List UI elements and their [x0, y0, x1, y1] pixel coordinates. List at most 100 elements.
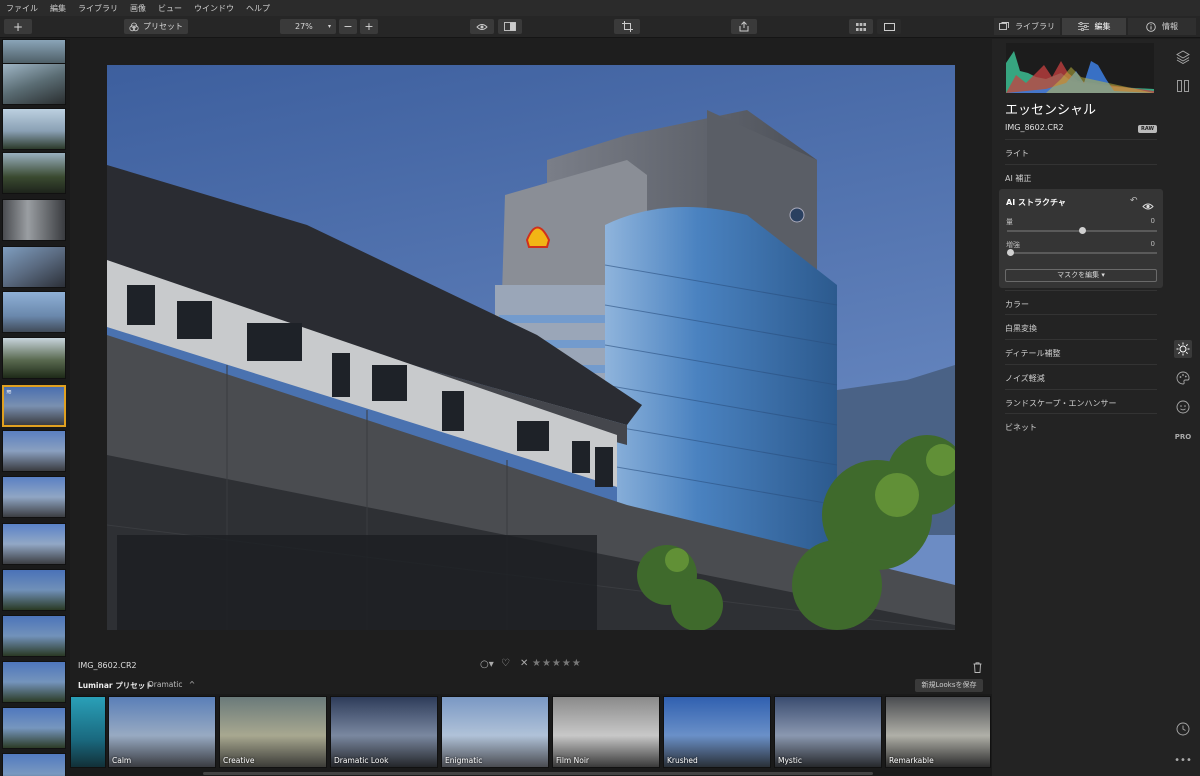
sun-icon[interactable]: [1174, 340, 1192, 358]
filmstrip-thumb[interactable]: [2, 108, 66, 150]
star-rating[interactable]: ★★★★★: [532, 658, 582, 669]
main-photo[interactable]: [107, 65, 955, 630]
preview-toggle-button[interactable]: [470, 19, 494, 34]
filmstrip-thumb[interactable]: [2, 523, 66, 565]
look-thumb-partial[interactable]: [70, 696, 106, 768]
look-thumb-enigmatic[interactable]: Enigmatic: [441, 696, 549, 768]
amount-value: 0: [1150, 217, 1155, 225]
section-noise-reduction[interactable]: ノイズ軽減: [1005, 364, 1157, 388]
filmstrip-thumb[interactable]: [2, 291, 66, 333]
crop-button[interactable]: [614, 19, 640, 34]
menu-file[interactable]: ファイル: [6, 3, 38, 14]
filmstrip-thumb[interactable]: [2, 152, 66, 194]
compare-button[interactable]: [498, 19, 522, 34]
tab-library[interactable]: ライブラリ: [994, 18, 1060, 35]
zoom-value: 27%: [295, 22, 313, 31]
raw-badge: RAW: [1138, 125, 1158, 133]
presets-label: プリセット: [143, 22, 183, 31]
boost-slider[interactable]: [1007, 249, 1157, 256]
eye-icon[interactable]: [1142, 196, 1154, 215]
compare-icon: [504, 22, 516, 31]
trash-icon[interactable]: [973, 658, 982, 677]
tab-edit[interactable]: 編集: [1062, 18, 1126, 35]
filmstrip-thumb[interactable]: [2, 337, 66, 379]
look-thumb-dramatic[interactable]: Dramatic Look: [330, 696, 438, 768]
filmstrip-thumb[interactable]: [2, 246, 66, 288]
zoom-out-button[interactable]: −: [339, 19, 357, 34]
look-label: Enigmatic: [445, 756, 483, 765]
palette-icon[interactable]: [1174, 369, 1192, 387]
menu-library[interactable]: ライブラリ: [78, 3, 118, 14]
ai-structure-card: AI ストラクチャ ↶ 量 0 増強 0 マスクを編集 ▾: [999, 189, 1163, 288]
look-thumb-remarkable[interactable]: Remarkable: [885, 696, 991, 768]
look-label: Dramatic Look: [334, 756, 389, 765]
section-vignette[interactable]: ビネット: [1005, 413, 1157, 437]
portrait-face-icon[interactable]: [1174, 398, 1192, 416]
add-button[interactable]: +: [4, 19, 32, 34]
bottom-filename: IMG_8602.CR2: [78, 661, 137, 670]
pro-tools-icon[interactable]: PRO: [1174, 428, 1192, 446]
looks-scrollbar[interactable]: [203, 772, 873, 775]
section-light[interactable]: ライト: [1005, 139, 1157, 163]
boost-slider-handle[interactable]: [1007, 249, 1014, 256]
preset-category-select[interactable]: Dramatic ^: [148, 680, 195, 689]
presets-bar: Luminar プリセット Dramatic ^ 新規Looksを保存: [70, 676, 992, 694]
save-new-looks-button[interactable]: 新規Looksを保存: [915, 679, 983, 692]
menu-help[interactable]: ヘルプ: [246, 3, 270, 14]
menu-edit[interactable]: 編集: [50, 3, 66, 14]
grid-view-button[interactable]: [849, 19, 873, 34]
grid-icon: [856, 22, 866, 31]
filmstrip-thumb[interactable]: [2, 707, 66, 749]
section-color[interactable]: カラー: [1005, 290, 1157, 314]
section-ai-enhance[interactable]: AI 補正: [1005, 164, 1157, 188]
section-details[interactable]: ディテール補整: [1005, 339, 1157, 363]
boost-value: 0: [1150, 240, 1155, 248]
zoom-select[interactable]: 27% ▾: [280, 19, 336, 34]
look-thumb-calm[interactable]: Calm: [108, 696, 216, 768]
image-canvas[interactable]: [70, 39, 992, 656]
layers-icon[interactable]: [1174, 48, 1192, 66]
section-landscape-enhancer[interactable]: ランドスケープ・エンハンサー: [1005, 389, 1157, 413]
zoom-in-button[interactable]: +: [360, 19, 378, 34]
edit-mask-button[interactable]: マスクを編集 ▾: [1005, 269, 1157, 282]
canvas-tools-icon[interactable]: [1174, 77, 1192, 95]
filmstrip-thumb[interactable]: [2, 476, 66, 518]
toolbar: + プリセット 27% ▾ − + ライブラリ 編集 情報: [0, 16, 1200, 38]
history-clock-icon[interactable]: [1174, 720, 1192, 738]
look-label: Film Noir: [556, 756, 589, 765]
tab-library-label: ライブラリ: [1015, 22, 1055, 31]
single-view-button[interactable]: [877, 19, 901, 34]
look-thumb-film-noir[interactable]: Film Noir: [552, 696, 660, 768]
filmstrip-thumb[interactable]: [2, 199, 66, 241]
filmstrip-thumb[interactable]: [2, 661, 66, 703]
look-label: Creative: [223, 756, 255, 765]
filmstrip[interactable]: ≋: [0, 39, 70, 776]
amount-slider-handle[interactable]: [1078, 227, 1086, 234]
tab-info[interactable]: 情報: [1128, 18, 1196, 35]
look-thumb-mystic[interactable]: Mystic: [774, 696, 882, 768]
section-bw-conversion[interactable]: 白黒変換: [1005, 314, 1157, 338]
looks-strip[interactable]: Calm Creative Dramatic Look Enigmatic Fi…: [70, 694, 992, 776]
heart-icon[interactable]: ♡: [501, 658, 510, 669]
filmstrip-thumb[interactable]: [2, 430, 66, 472]
filmstrip-thumb[interactable]: [2, 615, 66, 657]
more-options-icon[interactable]: •••: [1174, 751, 1192, 769]
filmstrip-thumb[interactable]: [2, 569, 66, 611]
color-label-icon[interactable]: ○▾: [480, 659, 494, 670]
menu-window[interactable]: ウインドウ: [194, 3, 234, 14]
look-thumb-krushed[interactable]: Krushed: [663, 696, 771, 768]
tool-rail: PRO •••: [1166, 39, 1200, 776]
menu-image[interactable]: 画像: [130, 3, 146, 14]
filmstrip-thumb-selected[interactable]: ≋: [2, 385, 66, 427]
reject-icon[interactable]: ✕: [520, 658, 528, 669]
undo-icon[interactable]: ↶: [1130, 196, 1138, 206]
filmstrip-thumb[interactable]: [2, 63, 66, 105]
tab-info-label: 情報: [1162, 22, 1178, 31]
amount-slider[interactable]: [1007, 227, 1157, 234]
look-thumb-creative[interactable]: Creative: [219, 696, 327, 768]
preset-category-value: Dramatic: [148, 680, 183, 689]
filmstrip-thumb[interactable]: [2, 753, 66, 776]
menu-view[interactable]: ビュー: [158, 3, 182, 14]
presets-button[interactable]: プリセット: [124, 19, 188, 34]
share-button[interactable]: [731, 19, 757, 34]
